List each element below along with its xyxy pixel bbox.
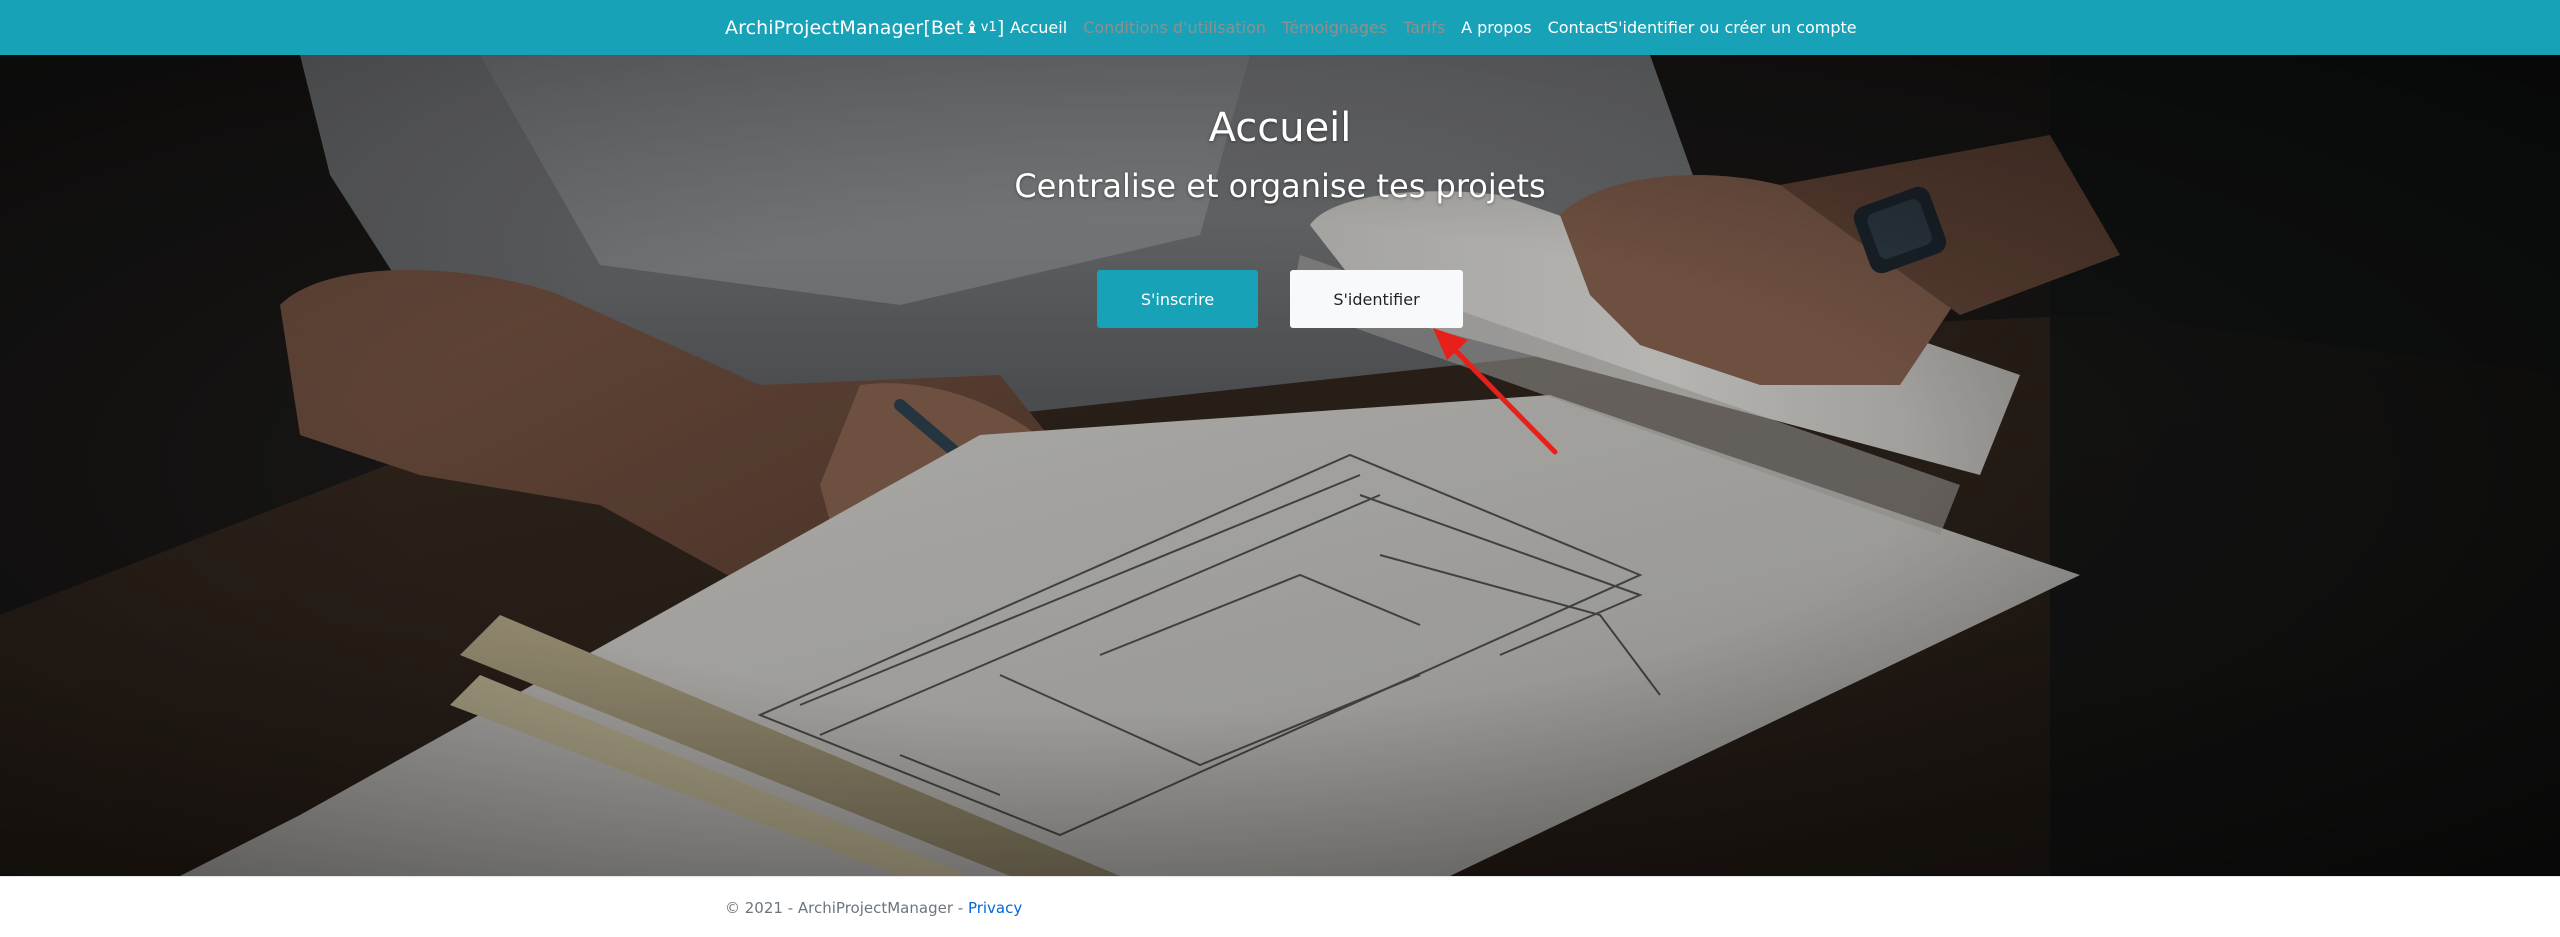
nav-link-temoignages[interactable]: Témoignages bbox=[1282, 18, 1387, 37]
bishop-icon: ♝ bbox=[964, 17, 980, 38]
nav-link-a-propos[interactable]: A propos bbox=[1461, 18, 1531, 37]
brand-bracket: ] bbox=[996, 16, 1005, 39]
brand-logo[interactable]: ArchiProjectManager[Bet ♝ v1] bbox=[725, 0, 1004, 55]
footer: © 2021 - ArchiProjectManager - Privacy bbox=[0, 876, 2560, 937]
brand-version: v1 bbox=[980, 20, 997, 35]
nav-link-accueil[interactable]: Accueil bbox=[1010, 18, 1067, 37]
login-button[interactable]: S'identifier bbox=[1290, 270, 1463, 328]
top-navbar: ArchiProjectManager[Bet ♝ v1] Accueil Cond… bbox=[0, 0, 2560, 55]
page-subtitle: Centralise et organise tes projets bbox=[1014, 167, 1546, 205]
nav-links: Accueil Conditions d'utilisation Témoign… bbox=[1010, 0, 1610, 55]
nav-link-conditions[interactable]: Conditions d'utilisation bbox=[1083, 18, 1266, 37]
signup-button[interactable]: S'inscrire bbox=[1097, 270, 1258, 328]
page-title: Accueil bbox=[1208, 105, 1352, 151]
nav-link-contact[interactable]: Contact bbox=[1548, 18, 1610, 37]
privacy-link[interactable]: Privacy bbox=[968, 899, 1022, 917]
hero-section: Accueil Centralise et organise tes proje… bbox=[0, 55, 2560, 876]
nav-login-link[interactable]: S'identifier ou créer un compte bbox=[1608, 0, 1857, 55]
brand-name: ArchiProjectManager[Bet bbox=[725, 16, 964, 39]
footer-copyright: © 2021 - ArchiProjectManager - Privacy bbox=[725, 899, 1022, 917]
nav-link-tarifs[interactable]: Tarifs bbox=[1403, 18, 1445, 37]
footer-copyright-text: © 2021 - ArchiProjectManager - bbox=[725, 899, 968, 917]
